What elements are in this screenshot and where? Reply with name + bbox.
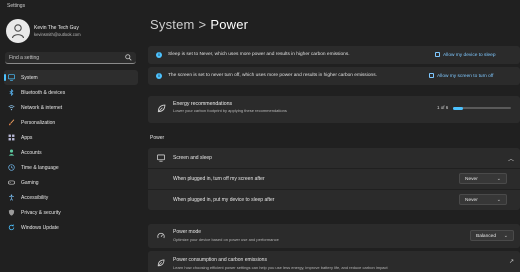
chevron-down-icon: ⌄	[496, 176, 501, 182]
screen-alert: i The screen is set to never turn off, w…	[148, 67, 520, 85]
external-link-icon	[429, 73, 434, 78]
power-mode-title: Power mode	[173, 229, 202, 235]
power-consumption-card[interactable]: Power consumption and carbon emissions L…	[148, 251, 520, 272]
sidebar-item-label: Windows Update	[21, 225, 59, 231]
screen-sleep-title: Screen and sleep	[173, 155, 212, 161]
sidebar-item-label: Privacy & security	[21, 210, 61, 216]
sidebar-item-label: Accounts	[21, 150, 42, 156]
info-icon: i	[156, 52, 162, 58]
external-link-icon	[435, 52, 440, 57]
screen-sleep-icon	[157, 154, 165, 162]
breadcrumb-current: Power	[210, 17, 249, 32]
settings-window: Settings Kevin The Tech Guy kevinsmith@o…	[0, 0, 520, 272]
user-profile[interactable]: Kevin The Tech Guy kevinsmith@outlook.co…	[6, 19, 136, 45]
sleep-alert: i Sleep is set to Never, which uses more…	[148, 46, 520, 64]
person-icon	[11, 24, 25, 39]
bluetooth-icon	[9, 89, 14, 96]
consumption-title: Power consumption and carbon emissions	[173, 257, 267, 263]
dropdown-value: Never	[465, 197, 478, 203]
main-content: System > Power i Sleep is set to Never, wh…	[148, 14, 520, 272]
sidebar-item-label: Personalization	[21, 120, 56, 126]
sidebar-item-personalization[interactable]: Personalization	[4, 115, 138, 130]
energy-subtitle: Lower your carbon footprint by applying …	[173, 108, 287, 113]
sidebar-item-accounts[interactable]: Accounts	[4, 145, 138, 160]
chevron-down-icon: ⌄	[496, 197, 501, 203]
screen-off-label: When plugged in, turn off my screen afte…	[173, 176, 265, 182]
user-email: kevinsmith@outlook.com	[34, 32, 81, 37]
sidebar-item-apps[interactable]: Apps	[4, 130, 138, 145]
alert-message: The screen is set to never turn off, whi…	[168, 73, 377, 78]
title-bar: Settings	[0, 0, 520, 14]
apps-icon	[8, 134, 15, 141]
allow-sleep-link[interactable]: Allow my device to sleep	[435, 52, 496, 58]
alert-message: Sleep is set to Never, which uses more p…	[168, 52, 350, 57]
sidebar-item-privacy[interactable]: Privacy & security	[4, 205, 138, 220]
sidebar-item-gaming[interactable]: Gaming	[4, 175, 138, 190]
user-name: Kevin The Tech Guy	[34, 25, 79, 31]
sleep-row: When plugged in, put my device to sleep …	[148, 190, 520, 210]
sidebar-item-time-language[interactable]: Time & language	[4, 160, 138, 175]
monitor-icon	[8, 74, 15, 81]
sidebar-nav: System Bluetooth & devices Network & int…	[4, 70, 138, 235]
progress-bar	[453, 106, 511, 110]
breadcrumb-separator: >	[198, 17, 207, 32]
power-mode-subtitle: Optimize your device based on power use …	[173, 237, 279, 242]
avatar	[6, 19, 30, 43]
energy-title: Energy recommendations	[173, 101, 233, 107]
sidebar-item-system[interactable]: System	[4, 70, 138, 85]
external-link-icon: ↗	[508, 259, 514, 265]
power-mode-dropdown[interactable]: Balanced ⌄	[470, 230, 514, 241]
brush-icon	[9, 119, 15, 126]
controller-icon	[8, 180, 15, 185]
sidebar-item-accessibility[interactable]: Accessibility	[4, 190, 138, 205]
power-section-heading: Power	[150, 135, 165, 141]
chevron-up-icon: ︿	[507, 157, 514, 163]
breadcrumb-system[interactable]: System	[150, 17, 195, 32]
dropdown-value: Balanced	[476, 233, 497, 239]
sidebar-item-label: System	[21, 75, 38, 81]
link-label: Allow my device to sleep	[443, 53, 496, 58]
sleep-dropdown[interactable]: Never ⌄	[459, 194, 507, 205]
leaf-icon	[157, 104, 166, 113]
search-icon	[125, 54, 132, 61]
shield-icon	[8, 209, 15, 216]
dropdown-value: Never	[465, 176, 478, 182]
consumption-subtitle: Learn how choosing efficient power setti…	[173, 265, 388, 270]
sidebar: Kevin The Tech Guy kevinsmith@outlook.co…	[0, 14, 143, 272]
accessibility-icon	[9, 194, 14, 201]
active-indicator	[4, 74, 6, 81]
refresh-icon	[8, 224, 15, 231]
screen-off-dropdown[interactable]: Never ⌄	[459, 173, 507, 184]
sleep-label: When plugged in, put my device to sleep …	[173, 197, 275, 203]
person-icon	[8, 149, 15, 156]
info-icon: i	[156, 73, 162, 79]
sidebar-item-bluetooth[interactable]: Bluetooth & devices	[4, 85, 138, 100]
progress-fill	[453, 106, 463, 110]
sidebar-item-label: Bluetooth & devices	[21, 90, 66, 96]
screen-and-sleep-header[interactable]: Screen and sleep ︿	[148, 148, 520, 168]
chevron-down-icon: ⌄	[503, 233, 508, 239]
sidebar-item-label: Time & language	[21, 165, 59, 171]
screen-off-row: When plugged in, turn off my screen afte…	[148, 169, 520, 189]
sidebar-item-label: Accessibility	[21, 195, 49, 201]
sidebar-item-label: Apps	[21, 135, 33, 141]
sidebar-item-label: Gaming	[21, 180, 39, 186]
page-title: System > Power	[150, 17, 248, 32]
window-title: Settings	[7, 3, 26, 9]
link-label: Allow my screen to turn off	[437, 74, 494, 79]
wifi-icon	[8, 105, 15, 111]
sidebar-item-label: Network & internet	[21, 105, 63, 111]
allow-screen-off-link[interactable]: Allow my screen to turn off	[429, 73, 493, 79]
search-placeholder: Find a setting	[9, 55, 40, 61]
sidebar-item-network[interactable]: Network & internet	[4, 100, 138, 115]
search-input[interactable]: Find a setting	[5, 52, 136, 64]
progress-count: 1 of 6	[437, 105, 449, 110]
energy-recommendations-card[interactable]: Energy recommendations Lower your carbon…	[148, 96, 520, 123]
leaf-icon	[157, 259, 165, 267]
globe-clock-icon	[8, 164, 15, 171]
power-mode-icon	[157, 232, 165, 239]
sidebar-item-windows-update[interactable]: Windows Update	[4, 220, 138, 235]
power-mode-card: Power mode Optimize your device based on…	[148, 224, 520, 248]
